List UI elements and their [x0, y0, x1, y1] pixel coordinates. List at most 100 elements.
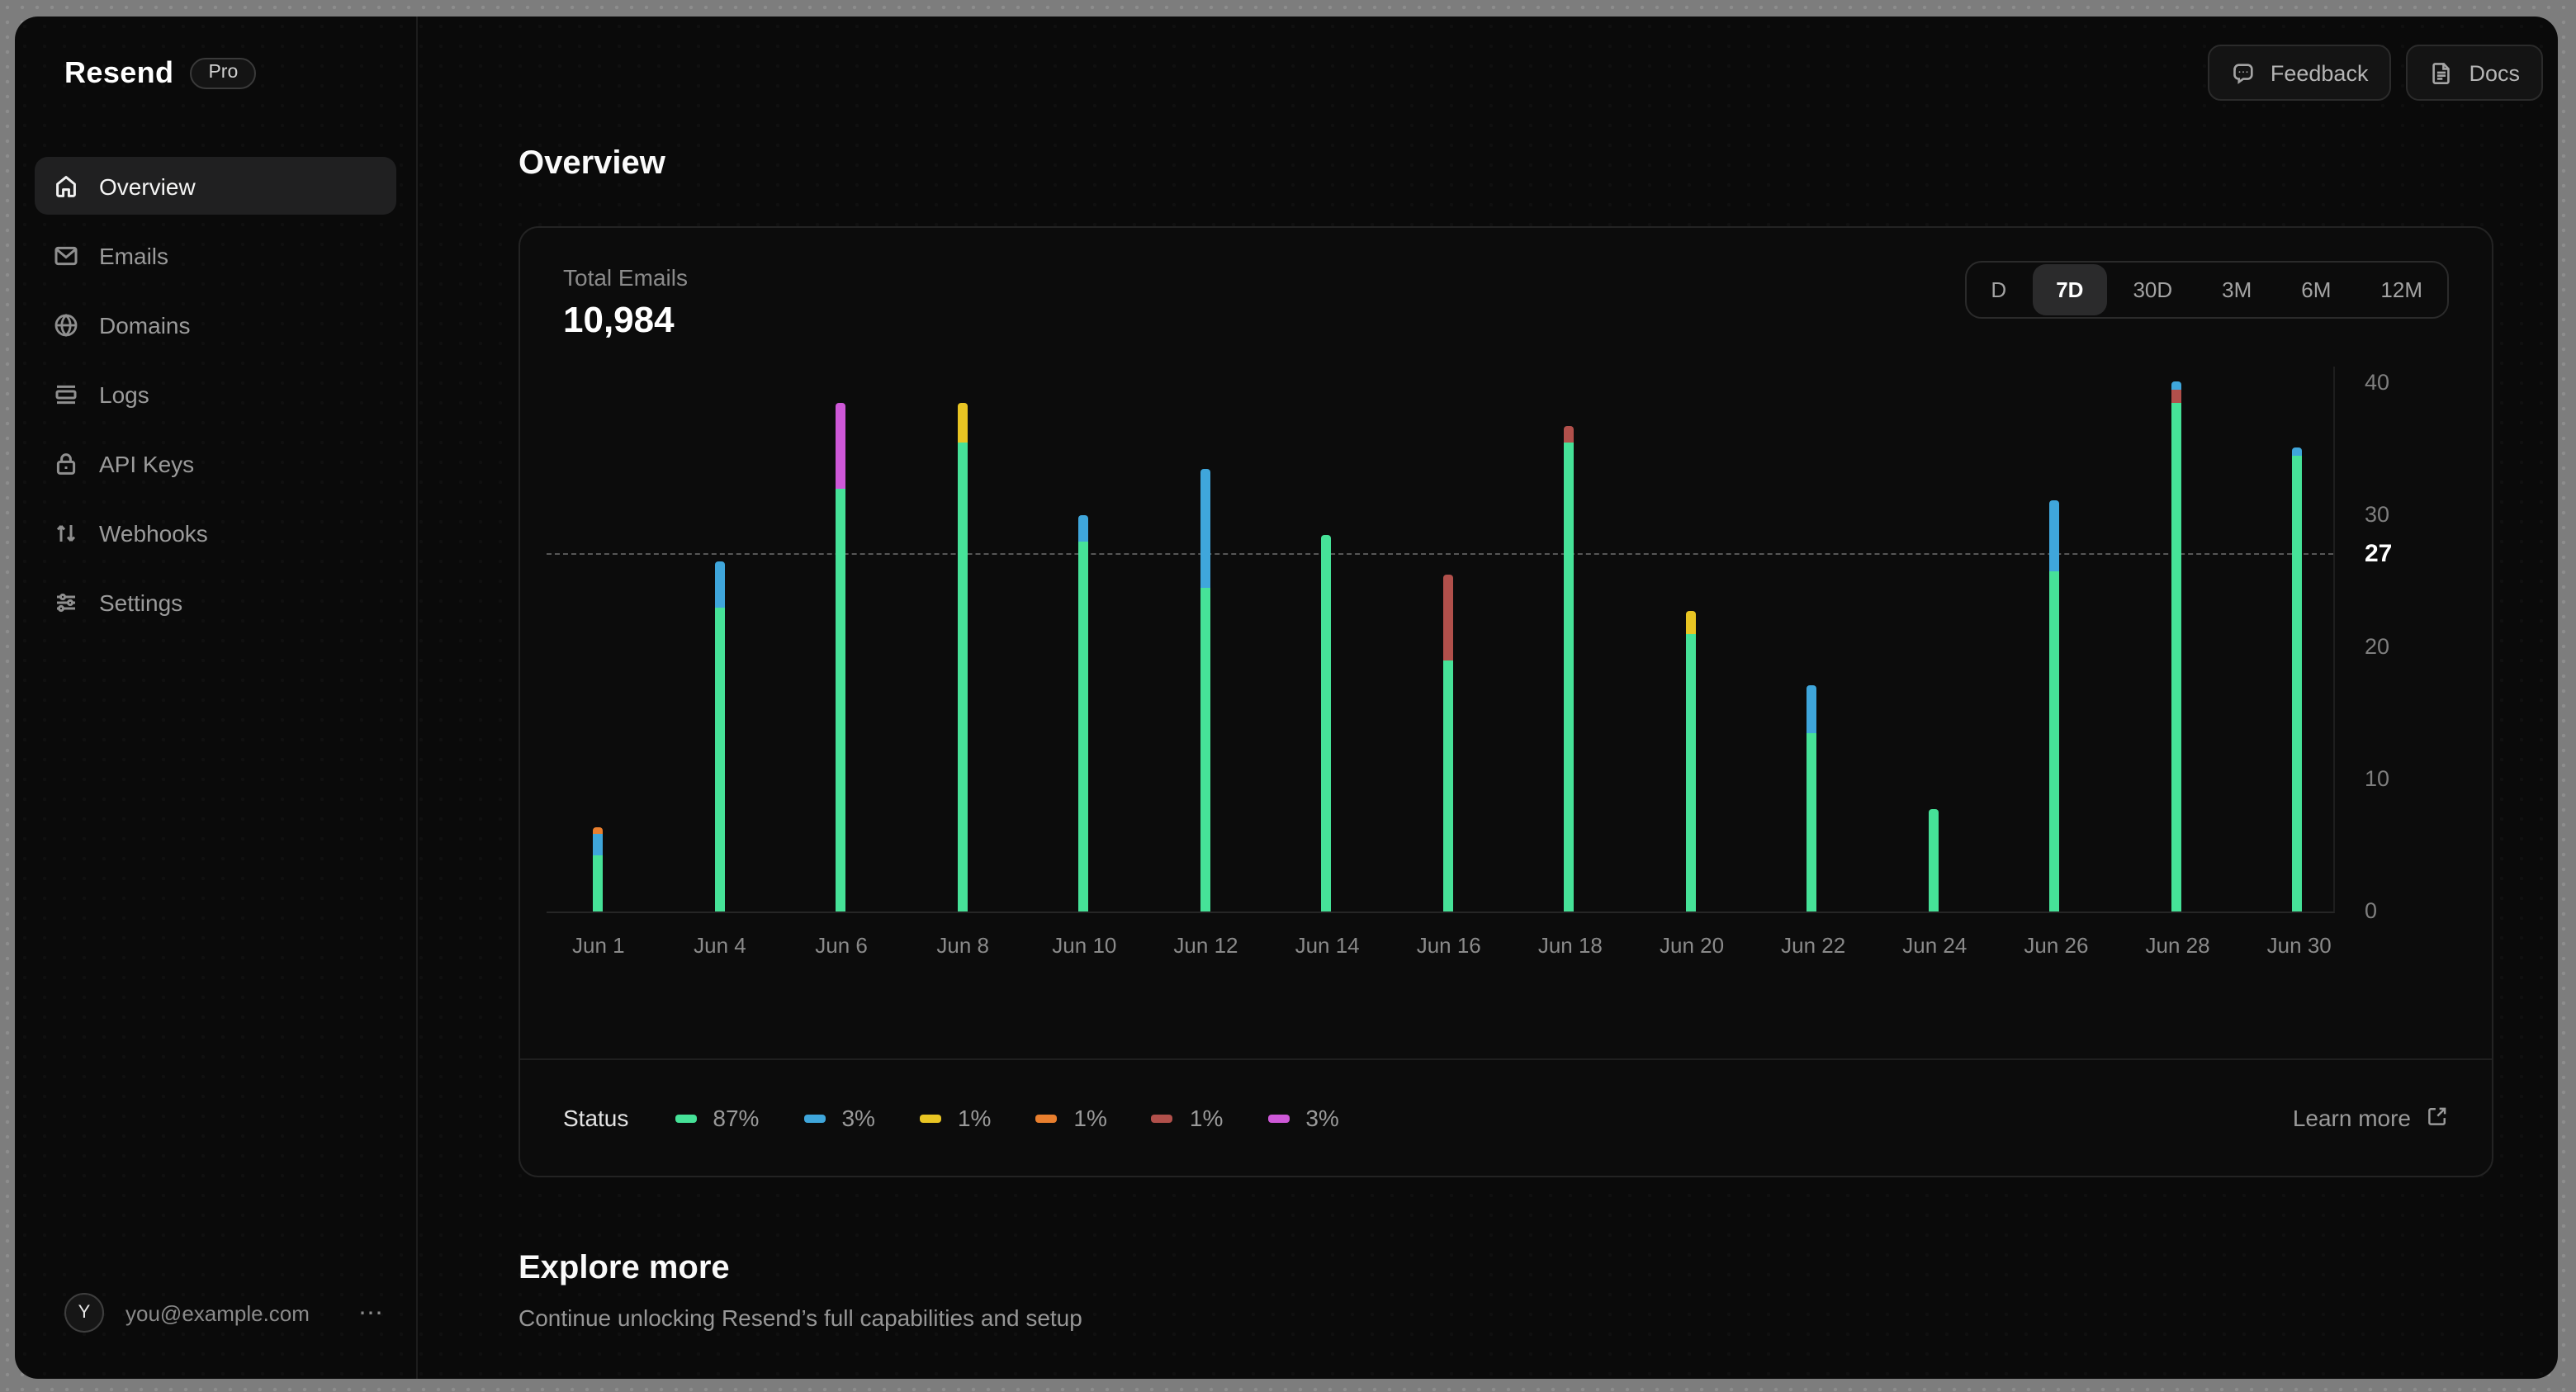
range-option-d[interactable]: D [1968, 264, 2029, 315]
docs-button[interactable]: Docs [2406, 45, 2543, 101]
x-tick-label: Jun 18 [1537, 933, 1603, 958]
bar-jun-28[interactable] [2171, 381, 2181, 911]
bar-segment-status-orange [593, 826, 604, 834]
legend-item-status-yellow: 1% [919, 1105, 991, 1131]
sidebar-item-overview[interactable]: Overview [35, 157, 396, 215]
bar-segment-status-green [1200, 588, 1210, 911]
bar-segment-status-green [2292, 456, 2303, 911]
bar-jun-14[interactable] [1321, 535, 1332, 911]
bar-jun-4[interactable] [714, 561, 725, 911]
lock-icon [51, 449, 79, 477]
bar-jun-6[interactable] [836, 403, 846, 911]
bar-jun-10[interactable] [1078, 515, 1089, 911]
x-tick-label: Jun 26 [2024, 933, 2089, 958]
learn-more-link[interactable]: Learn more [2293, 1104, 2449, 1132]
bar-segment-status-blue [2292, 447, 2303, 456]
range-option-3m[interactable]: 3M [2199, 264, 2275, 315]
sidebar-item-label: Logs [99, 381, 149, 407]
bar-jun-1[interactable] [593, 826, 604, 911]
sidebar-item-api-keys[interactable]: API Keys [35, 434, 396, 492]
bar-segment-status-green [957, 443, 968, 911]
feedback-button[interactable]: Feedback [2207, 45, 2392, 101]
x-tick-label: Jun 8 [936, 933, 990, 958]
x-tick-label: Jun 24 [1902, 933, 1968, 958]
bar-segment-status-blue [2171, 381, 2181, 390]
legend-swatch-status-magenta [1267, 1114, 1290, 1122]
x-tick-label: Jun 30 [2266, 933, 2332, 958]
legend-item-status-blue: 3% [803, 1105, 875, 1131]
sidebar-item-domains[interactable]: Domains [35, 296, 396, 353]
legend-swatch-status-green [675, 1114, 697, 1122]
bar-segment-status-blue [1078, 515, 1089, 542]
bar-segment-status-green [593, 855, 604, 911]
legend-percentage: 3% [1305, 1105, 1339, 1131]
bar-segment-status-blue [1200, 469, 1210, 588]
bar-segment-status-green [1685, 634, 1696, 911]
bar-segment-status-red [1564, 426, 1574, 443]
card-footer: Status 87% 3% 1% 1% 1% 3% Learn more [520, 1058, 2492, 1176]
explore-more-title: Explore more [519, 1250, 730, 1286]
sidebar-item-webhooks[interactable]: Webhooks [35, 504, 396, 561]
x-tick-label: Jun 20 [1659, 933, 1725, 958]
bar-segment-status-yellow [1685, 611, 1696, 634]
bar-jun-8[interactable] [957, 403, 968, 911]
sidebar-item-emails[interactable]: Emails [35, 226, 396, 284]
x-tick-label: Jun 1 [572, 933, 625, 958]
x-tick-label: Jun 12 [1173, 933, 1238, 958]
bar-jun-26[interactable] [2049, 500, 2060, 911]
bar-segment-status-green [2171, 403, 2181, 911]
bar-jun-24[interactable] [1928, 809, 1939, 911]
bar-segment-status-blue [593, 833, 604, 855]
bar-segment-status-blue [714, 561, 725, 608]
bar-jun-16[interactable] [1442, 575, 1453, 911]
range-option-30d[interactable]: 30D [2110, 264, 2195, 315]
sidebar-item-label: Emails [99, 242, 169, 268]
top-actions: Feedback Docs [2207, 45, 2543, 101]
y-axis: 0 10 20 30 40 27 [2335, 367, 2492, 922]
x-axis-labels: Jun 1 Jun 4 Jun 6 Jun 8 Jun 10 Jun 12 Jun 14 Ju… [547, 913, 2335, 969]
legend-item-status-orange: 1% [1035, 1105, 1107, 1131]
legend-item-status-red: 1% [1151, 1105, 1223, 1131]
range-option-12m[interactable]: 12M [2357, 264, 2446, 315]
bar-jun-20[interactable] [1685, 611, 1696, 911]
sidebar-item-logs[interactable]: Logs [35, 365, 396, 423]
legend-swatch-status-orange [1035, 1114, 1058, 1122]
legend-item-status-green: 87% [675, 1105, 759, 1131]
x-tick-label: Jun 28 [2145, 933, 2210, 958]
bar-jun-18[interactable] [1564, 426, 1574, 911]
sidebar-item-settings[interactable]: Settings [35, 573, 396, 631]
bar-jun-30[interactable] [2292, 447, 2303, 911]
y-reference-label: 27 [2365, 540, 2393, 568]
main-content: Feedback Docs Overview Total Emails 10,9… [418, 17, 2558, 1379]
sidebar-item-label: Settings [99, 589, 183, 615]
external-link-icon [2426, 1104, 2449, 1132]
range-option-7d[interactable]: 7D [2033, 264, 2107, 315]
bar-segment-status-green [836, 489, 846, 911]
plot-area [547, 367, 2335, 913]
user-menu-ellipsis-icon[interactable]: ⋯ [358, 1298, 386, 1328]
feedback-bubble-icon [2231, 60, 2256, 85]
brand-logo: Resend [64, 56, 174, 89]
bar-jun-12[interactable] [1200, 469, 1210, 911]
legend-swatch-status-blue [803, 1114, 826, 1122]
range-option-6m[interactable]: 6M [2278, 264, 2354, 315]
sliders-icon [51, 588, 79, 616]
x-tick-label: Jun 10 [1052, 933, 1117, 958]
app-window: Resend Pro Overview Emails Domains Logs API … [15, 17, 2558, 1379]
bar-segment-status-green [1928, 809, 1939, 911]
bar-segment-status-green [1807, 733, 1817, 911]
legend-percentage: 1% [1073, 1105, 1107, 1131]
logs-icon [51, 380, 79, 408]
bar-segment-status-green [714, 608, 725, 911]
legend-swatch-status-yellow [919, 1114, 941, 1122]
brand-row: Resend Pro [15, 17, 416, 107]
x-tick-label: Jun 4 [694, 933, 746, 958]
bar-segment-status-red [1442, 575, 1453, 660]
user-row[interactable]: Y you@example.com ⋯ [15, 1293, 416, 1379]
sidebar-item-label: Webhooks [99, 519, 208, 546]
bar-segment-status-red [2171, 390, 2181, 403]
learn-more-label: Learn more [2292, 1105, 2411, 1131]
home-icon [51, 172, 79, 200]
bar-jun-22[interactable] [1807, 685, 1817, 911]
